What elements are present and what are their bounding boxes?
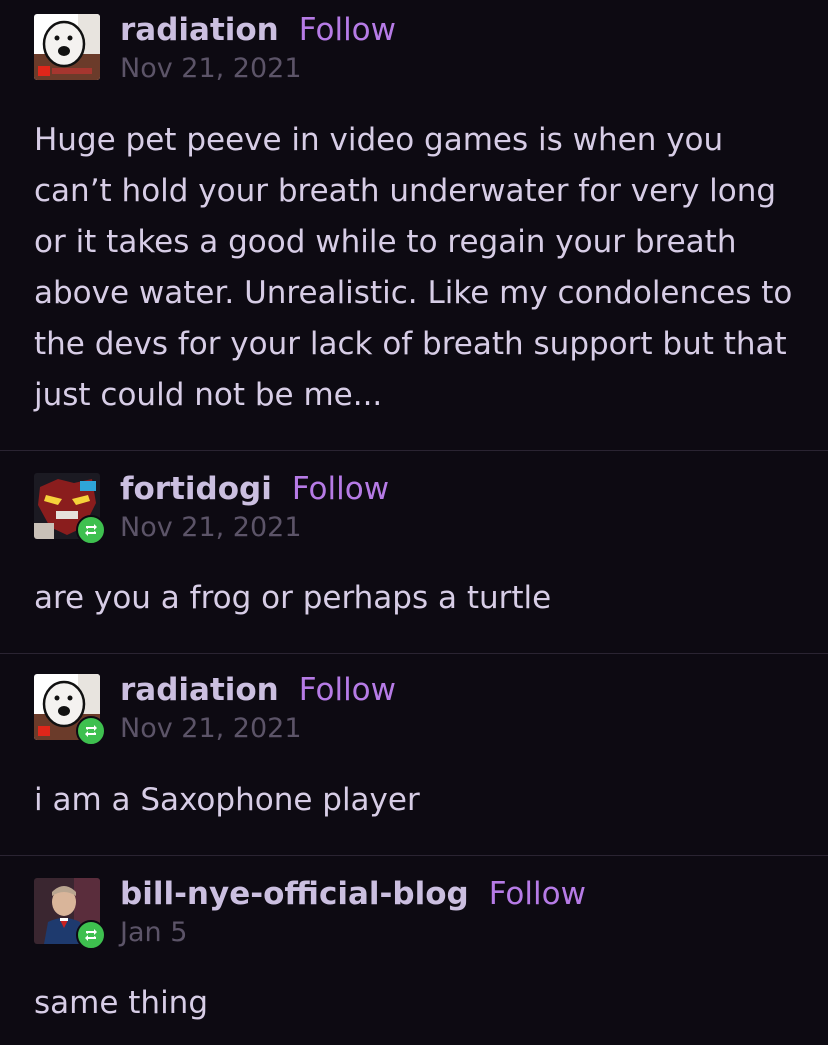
name-row: bill-nye-official-blog Follow <box>120 874 586 914</box>
username[interactable]: radiation <box>120 672 279 708</box>
post-body: are you a frog or perhaps a turtle <box>34 580 552 616</box>
reblog-badge <box>76 716 106 746</box>
post-body: i am a Saxophone player <box>34 782 420 818</box>
follow-button[interactable]: Follow <box>489 876 586 912</box>
post-body: same thing <box>34 985 209 1021</box>
post-date: Nov 21, 2021 <box>120 713 302 744</box>
avatar[interactable] <box>34 14 100 80</box>
post-reply: radiation Follow Nov 21, 2021 i am a Saxo… <box>0 653 828 855</box>
post-reply: bill-nye-official-blog Follow Jan 5 same … <box>0 855 828 1045</box>
avatar[interactable] <box>34 878 106 950</box>
reblog-thread: radiation Follow Nov 21, 2021 Huge pet pe… <box>0 0 828 1045</box>
reblog-icon <box>85 524 97 536</box>
username[interactable]: radiation <box>120 12 279 48</box>
username[interactable]: fortidogi <box>120 471 272 507</box>
radiation-avatar-icon <box>34 14 100 80</box>
post-date: Nov 21, 2021 <box>120 512 302 543</box>
name-row: radiation Follow <box>120 10 396 50</box>
post-body: Huge pet peeve in video games is when yo… <box>34 122 793 413</box>
avatar[interactable] <box>34 674 106 746</box>
post-date: Nov 21, 2021 <box>120 53 302 84</box>
name-row: radiation Follow <box>120 670 396 710</box>
post-reply: fortidogi Follow Nov 21, 2021 are you a f… <box>0 450 828 653</box>
reblog-icon <box>85 725 97 737</box>
follow-button[interactable]: Follow <box>299 672 396 708</box>
reblog-badge <box>76 920 106 950</box>
username[interactable]: bill-nye-official-blog <box>120 876 469 912</box>
post-date: Jan 5 <box>120 917 188 948</box>
reblog-badge <box>76 515 106 545</box>
follow-button[interactable]: Follow <box>299 12 396 48</box>
follow-button[interactable]: Follow <box>292 471 389 507</box>
post-original: radiation Follow Nov 21, 2021 Huge pet pe… <box>0 0 828 450</box>
reblog-icon <box>85 929 97 941</box>
name-row: fortidogi Follow <box>120 469 389 509</box>
avatar[interactable] <box>34 473 106 545</box>
